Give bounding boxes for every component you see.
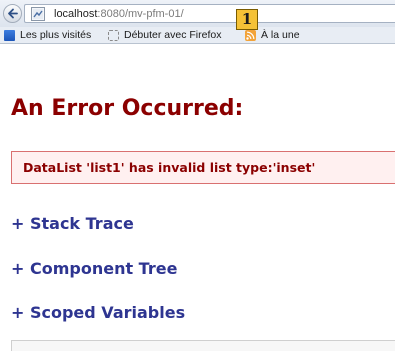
error-message: DataList 'list1' has invalid list type:'… bbox=[23, 160, 316, 175]
bookmark-label: Débuter avec Firefox bbox=[124, 29, 222, 41]
page-icon bbox=[108, 30, 119, 41]
back-arrow-icon bbox=[8, 8, 18, 19]
bookmark-label: À la une bbox=[261, 29, 300, 41]
navigation-toolbar: localhost:8080/mv-pfm-01/ bbox=[0, 0, 395, 27]
url-text[interactable]: localhost:8080/mv-pfm-01/ bbox=[54, 7, 184, 21]
most-visited-icon bbox=[4, 30, 15, 41]
bookmark-label: Les plus visités bbox=[20, 29, 92, 41]
rss-feed-icon bbox=[245, 30, 256, 41]
error-message-box: DataList 'list1' has invalid list type:'… bbox=[11, 151, 395, 184]
page-title: An Error Occurred: bbox=[11, 96, 244, 121]
collapsed-panel bbox=[11, 340, 395, 351]
browser-window: localhost:8080/mv-pfm-01/ 1 Les plus vis… bbox=[0, 0, 395, 351]
url-path: :8080/mv-pfm-01/ bbox=[97, 8, 184, 20]
back-button[interactable] bbox=[3, 4, 22, 23]
stack-trace-toggle[interactable]: + Stack Trace bbox=[11, 214, 134, 234]
url-host: localhost bbox=[54, 8, 98, 20]
site-identity-icon[interactable] bbox=[31, 7, 45, 21]
annotation-marker: 1 bbox=[236, 9, 258, 30]
url-bar[interactable]: localhost:8080/mv-pfm-01/ bbox=[24, 4, 395, 23]
bookmarks-toolbar: Les plus visités Débuter avec Firefox À … bbox=[0, 27, 395, 44]
scoped-variables-toggle[interactable]: + Scoped Variables bbox=[11, 303, 185, 323]
component-tree-toggle[interactable]: + Component Tree bbox=[11, 259, 177, 279]
